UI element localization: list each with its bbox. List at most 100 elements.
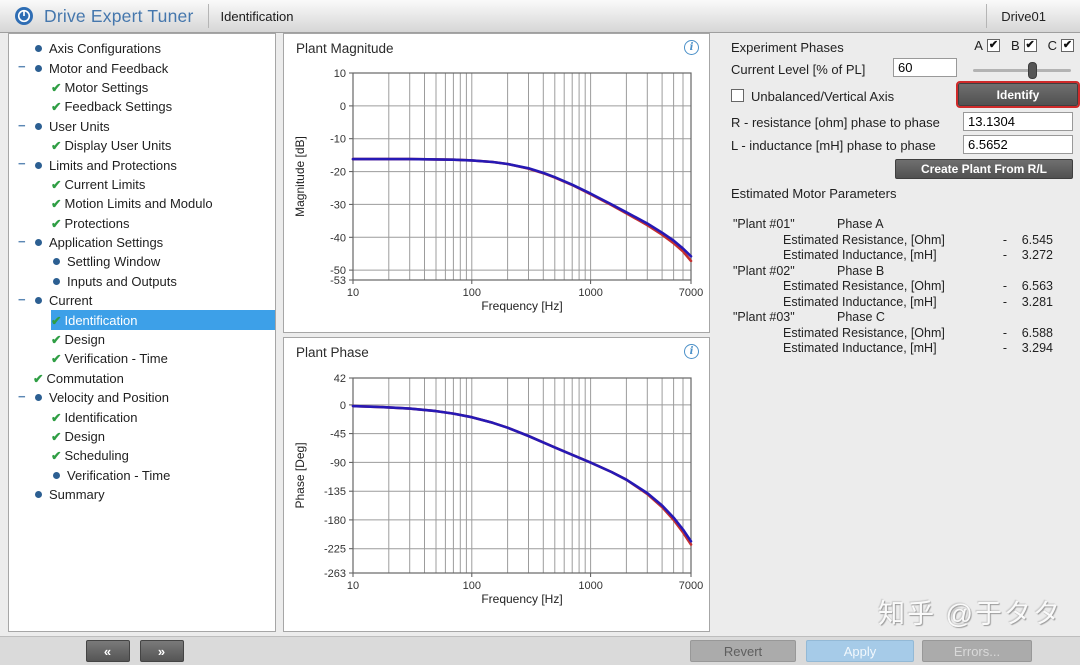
sidebar-item-verification-time[interactable]: ✔ Verification - Time bbox=[9, 349, 275, 368]
sidebar-item-verification-time[interactable]: Verification - Time bbox=[9, 466, 275, 485]
svg-text:-180: -180 bbox=[324, 515, 346, 527]
collapse-icon[interactable]: − bbox=[18, 389, 26, 404]
collapse-icon[interactable]: − bbox=[18, 234, 26, 249]
sidebar-item-protections[interactable]: ✔ Protections bbox=[9, 214, 275, 233]
estimated-parameters-heading: Estimated Motor Parameters bbox=[731, 186, 897, 201]
sidebar-item-identification[interactable]: ✔ Identification bbox=[9, 407, 275, 426]
sidebar-item-motion-limits-and-modulo[interactable]: ✔ Motion Limits and Modulo bbox=[9, 194, 275, 213]
phase-a-checkbox[interactable]: ✔ bbox=[986, 39, 1000, 52]
info-icon[interactable]: i bbox=[684, 40, 699, 55]
sidebar-item-user-units[interactable]: − User Units bbox=[9, 117, 275, 136]
param-row: Estimated Inductance, [mH] -3.294 bbox=[783, 341, 1080, 357]
sidebar-item-current-limits[interactable]: ✔ Current Limits bbox=[9, 175, 275, 194]
svg-text:10: 10 bbox=[347, 287, 359, 299]
check-icon: ✔ bbox=[51, 80, 62, 95]
param-row: Estimated Resistance, [Ohm] -6.545 bbox=[783, 233, 1080, 249]
inductance-input[interactable] bbox=[963, 135, 1073, 154]
sidebar-item-label: Display User Units bbox=[64, 138, 172, 154]
unbalanced-checkbox[interactable] bbox=[731, 89, 744, 102]
sidebar-item-motor-and-feedback[interactable]: − Motor and Feedback bbox=[9, 58, 275, 77]
sidebar-item-settling-window[interactable]: Settling Window bbox=[9, 252, 275, 271]
sidebar-item-axis-configurations[interactable]: Axis Configurations bbox=[9, 39, 275, 58]
sidebar-item-application-settings[interactable]: − Application Settings bbox=[9, 233, 275, 252]
forward-icon: » bbox=[157, 643, 167, 659]
watermark: 知乎 @于タタ bbox=[878, 599, 1062, 629]
forward-button[interactable]: » bbox=[140, 640, 184, 662]
apply-button[interactable]: Apply bbox=[806, 640, 914, 662]
check-icon: ✔ bbox=[51, 352, 62, 367]
svg-text:-53: -53 bbox=[330, 275, 346, 287]
phase-checkbox-group: A ✔ B ✔ C ✔ bbox=[974, 38, 1074, 53]
svg-text:-20: -20 bbox=[330, 167, 346, 179]
sidebar-item-label: Current Limits bbox=[64, 176, 146, 192]
check-icon: ✔ bbox=[51, 313, 62, 328]
revert-button[interactable]: Revert bbox=[690, 640, 796, 662]
collapse-icon[interactable]: − bbox=[18, 156, 26, 171]
plant-name: "Plant #03" bbox=[733, 310, 795, 324]
sidebar-item-limits-and-protections[interactable]: − Limits and Protections bbox=[9, 155, 275, 174]
errors-button[interactable]: Errors... bbox=[922, 640, 1032, 662]
param-label: Estimated Resistance, [Ohm] bbox=[783, 279, 945, 293]
sidebar-item-scheduling[interactable]: ✔ Scheduling bbox=[9, 446, 275, 465]
back-button[interactable]: « bbox=[86, 640, 130, 662]
param-value: 6.563 bbox=[1021, 279, 1053, 293]
svg-text:Phase [Deg]: Phase [Deg] bbox=[293, 442, 307, 508]
param-label: Estimated Inductance, [mH] bbox=[783, 294, 937, 309]
param-label: Estimated Inductance, [mH] bbox=[783, 248, 937, 262]
sidebar-item-velocity-and-position[interactable]: − Velocity and Position bbox=[9, 388, 275, 407]
phase-label: A bbox=[974, 38, 983, 53]
phase-chart: 42 0 -45 -90 -135 -180 -225 -26310 100 1000 7000 Fr… bbox=[293, 373, 703, 606]
param-dash: - bbox=[1002, 294, 1008, 309]
plant-magnitude-header: Plant Magnitude i bbox=[284, 34, 709, 60]
param-dash: - bbox=[1002, 232, 1008, 247]
sidebar-item-commutation[interactable]: ✔ Commutation bbox=[9, 369, 275, 388]
sidebar-item-summary[interactable]: Summary bbox=[9, 485, 275, 504]
param-dash: - bbox=[1002, 279, 1008, 293]
sidebar-item-design[interactable]: ✔ Design bbox=[9, 427, 275, 446]
resistance-input[interactable] bbox=[963, 112, 1073, 131]
titlebar-separator bbox=[207, 4, 209, 28]
sidebar-item-design[interactable]: ✔ Design bbox=[9, 330, 275, 349]
collapse-icon[interactable]: − bbox=[18, 118, 26, 133]
sidebar-item-label: Verification - Time bbox=[64, 351, 168, 367]
plant-row: "Plant #03" Phase C bbox=[717, 310, 1080, 326]
identify-button[interactable]: Identify bbox=[956, 81, 1080, 108]
phase-b-checkbox[interactable]: ✔ bbox=[1023, 39, 1037, 52]
app-logo-icon bbox=[15, 7, 33, 25]
sidebar-item-inputs-and-outputs[interactable]: Inputs and Outputs bbox=[9, 272, 275, 291]
sidebar-item-current[interactable]: − Current bbox=[9, 291, 275, 310]
check-icon: ✔ bbox=[51, 449, 62, 464]
param-dash: - bbox=[1002, 325, 1008, 340]
current-level-input[interactable] bbox=[893, 58, 957, 77]
experiment-panel: Experiment Phases A ✔ B ✔ C ✔ Current Level [… bbox=[717, 33, 1080, 632]
svg-text:Frequency [Hz]: Frequency [Hz] bbox=[481, 299, 562, 313]
info-icon[interactable]: i bbox=[684, 344, 699, 359]
sidebar-item-label: Scheduling bbox=[64, 448, 129, 464]
navigation-tree: Axis Configurations − Motor and Feedback ✔ M… bbox=[8, 33, 276, 632]
create-plant-button[interactable]: Create Plant From R/L bbox=[895, 159, 1073, 179]
sidebar-item-label: Application Settings bbox=[49, 235, 164, 251]
sidebar-item-identification[interactable]: ✔ Identification bbox=[9, 310, 275, 330]
check-icon: ✔ bbox=[51, 216, 62, 231]
check-icon: ✔ bbox=[51, 197, 62, 212]
svg-text:7000: 7000 bbox=[679, 287, 703, 299]
plant-magnitude-panel: Plant Magnitude i 10 0 -10 -20 -30 -40 -50 -53 1… bbox=[283, 33, 710, 333]
sidebar-item-label: Protections bbox=[64, 215, 130, 231]
sidebar-item-motor-settings[interactable]: ✔ Motor Settings bbox=[9, 78, 275, 97]
bottom-bar: « » Revert Apply Errors... bbox=[0, 636, 1080, 665]
slider-thumb[interactable] bbox=[1028, 62, 1037, 79]
current-level-slider[interactable] bbox=[973, 61, 1071, 79]
bullet-icon bbox=[35, 161, 42, 169]
phase-c-checkbox[interactable]: ✔ bbox=[1061, 39, 1074, 52]
slider-track[interactable] bbox=[973, 69, 1071, 72]
plant-row: "Plant #01" Phase A bbox=[717, 217, 1080, 233]
sidebar-item-feedback-settings[interactable]: ✔ Feedback Settings bbox=[9, 97, 275, 116]
sidebar-item-display-user-units[interactable]: ✔ Display User Units bbox=[9, 136, 275, 155]
collapse-icon[interactable]: − bbox=[18, 59, 26, 74]
plant-name: "Plant #01" bbox=[733, 217, 795, 231]
sidebar-item-label: Commutation bbox=[46, 370, 124, 386]
app-window: Drive Expert Tuner Identification Drive0… bbox=[0, 0, 1080, 665]
tab-identification[interactable]: Identification bbox=[221, 9, 294, 24]
svg-text:0: 0 bbox=[340, 101, 346, 113]
collapse-icon[interactable]: − bbox=[18, 292, 26, 307]
